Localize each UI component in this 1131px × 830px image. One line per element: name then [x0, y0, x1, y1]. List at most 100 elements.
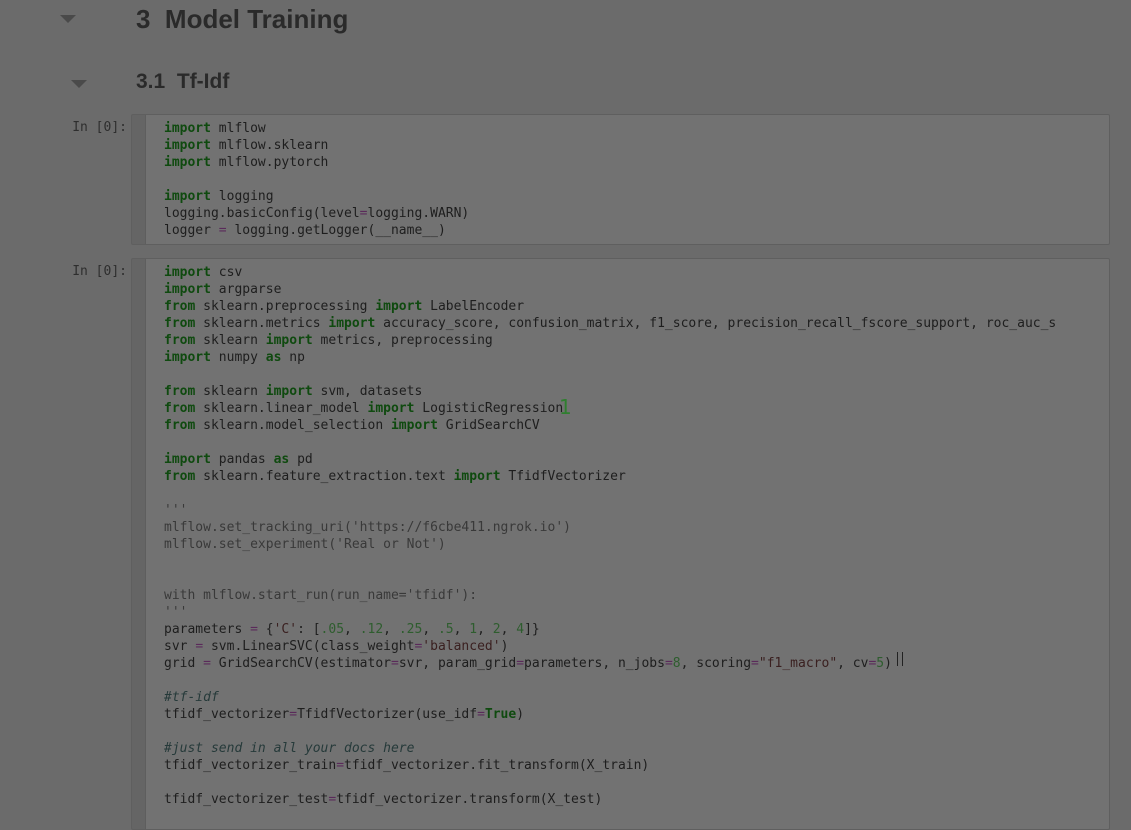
code-line[interactable]: import csv [164, 264, 1056, 281]
section-heading-model-training: 3 Model Training [136, 4, 349, 34]
code-line[interactable]: import logging [164, 188, 469, 205]
code-token: TfidfVectorizer [500, 469, 626, 484]
code-token: = [218, 223, 227, 238]
code-token: as [265, 350, 282, 365]
code-token: numpy [210, 350, 266, 365]
code-token: tfidf_vectorizer_test [164, 792, 329, 807]
code-token: as [273, 452, 290, 467]
code-line[interactable]: parameters = {'C': [.05, .12, .25, .5, 1… [164, 621, 1056, 638]
code-token: pandas [210, 452, 274, 467]
code-line[interactable]: from sklearn import metrics, preprocessi… [164, 332, 1056, 349]
code-line[interactable]: from sklearn.model_selection import Grid… [164, 417, 1056, 434]
code-token: import [164, 121, 211, 136]
overlay-marker: 1 [559, 395, 572, 419]
code-line[interactable]: import mlflow [164, 120, 469, 137]
code-token: sklearn.metrics [195, 316, 329, 331]
code-cell-1-source[interactable]: import mlflow import mlflow.sklearn import… [164, 120, 469, 239]
code-line[interactable]: mlflow.set_experiment('Real or Not') [164, 536, 1056, 553]
code-token: from [164, 401, 196, 416]
code-line[interactable] [164, 171, 469, 188]
code-cell-2[interactable]: import csv import argparse from sklearn.pr… [131, 258, 1110, 830]
code-token: from [164, 384, 196, 399]
code-line[interactable]: from sklearn.preprocessing import LabelE… [164, 298, 1056, 315]
code-line[interactable]: from sklearn import svm, datasets [164, 383, 1056, 400]
code-token: svr, param_grid [398, 656, 517, 671]
code-line[interactable] [164, 553, 1056, 570]
code-line[interactable]: logger = logging.getLogger(__name__) [164, 222, 469, 239]
code-cell-1[interactable]: import mlflow import mlflow.sklearn import… [131, 114, 1110, 245]
code-token: = [195, 639, 204, 654]
code-token: , [453, 622, 470, 637]
code-token: logger [164, 223, 219, 238]
code-token: LogisticRegression [414, 401, 564, 416]
code-line[interactable]: #just send in all your docs here [164, 740, 1056, 757]
code-line[interactable] [164, 570, 1056, 587]
code-token: csv [210, 265, 243, 280]
code-line[interactable]: import numpy as np [164, 349, 1056, 366]
collapse-section-3-icon[interactable] [60, 15, 76, 23]
code-line[interactable]: import mlflow.sklearn [164, 137, 469, 154]
code-line[interactable] [164, 434, 1056, 451]
code-cell-2-source[interactable]: import csv import argparse from sklearn.pr… [164, 264, 1056, 808]
code-line[interactable] [164, 366, 1056, 383]
code-line[interactable] [164, 485, 1056, 502]
code-line[interactable]: ''' [164, 502, 1056, 519]
code-token: import [164, 138, 211, 153]
code-line[interactable]: mlflow.set_tracking_uri('https://f6cbe41… [164, 519, 1056, 536]
code-token: import [453, 469, 501, 484]
code-token: tfidf_vectorizer.transform(X_test) [336, 792, 603, 807]
code-line[interactable]: grid = GridSearchCV(estimator=svr, param… [164, 655, 1056, 672]
code-token: mlflow.pytorch [210, 155, 329, 170]
code-line[interactable]: logging.basicConfig(level=logging.WARN) [164, 205, 469, 222]
code-token: #tf-idf [164, 690, 219, 705]
code-line[interactable]: ''' [164, 604, 1056, 621]
collapse-section-3-1-icon[interactable] [71, 80, 87, 88]
code-cell-2-editor[interactable]: import csv import argparse from sklearn.pr… [145, 259, 1109, 829]
code-line[interactable]: import argparse [164, 281, 1056, 298]
code-token: = [250, 622, 258, 637]
code-token: "f1_macro" [758, 656, 838, 671]
code-token: import [164, 155, 211, 170]
code-token: True [484, 707, 517, 722]
code-token: 'balanced' [422, 639, 501, 654]
code-token: ''' [164, 605, 188, 620]
code-token: ''' [164, 503, 188, 518]
code-token: LabelEncoder [422, 299, 525, 314]
subsection-heading-tf-idf: 3.1 Tf-Idf [136, 70, 230, 93]
code-token: , cv [837, 656, 869, 671]
code-line[interactable]: import mlflow.pytorch [164, 154, 469, 171]
code-token: pd [289, 452, 313, 467]
code-line[interactable]: from sklearn.feature_extraction.text imp… [164, 468, 1056, 485]
code-token: accuracy_score, confusion_matrix, f1_sco… [375, 316, 1057, 331]
code-token: , [383, 622, 399, 637]
code-line[interactable]: tfidf_vectorizer_test=tfidf_vectorizer.t… [164, 791, 1056, 808]
code-line[interactable]: from sklearn.metrics import accuracy_sco… [164, 315, 1056, 332]
code-line[interactable]: import pandas as pd [164, 451, 1056, 468]
code-token: , [500, 622, 517, 637]
code-line[interactable] [164, 723, 1056, 740]
code-line[interactable]: with mlflow.start_run(run_name='tfidf'): [164, 587, 1056, 604]
code-token: parameters [164, 622, 251, 637]
code-line[interactable]: svr = svm.LinearSVC(class_weight='balanc… [164, 638, 1056, 655]
code-line[interactable] [164, 672, 1056, 689]
code-token: np [281, 350, 305, 365]
code-cell-1-editor[interactable]: import mlflow import mlflow.sklearn import… [145, 115, 1109, 244]
code-line[interactable]: from sklearn.linear_model import Logisti… [164, 400, 1056, 417]
cell-2-prompt: In [0]: [72, 264, 127, 279]
code-token: from [164, 299, 196, 314]
code-token: ]} [524, 622, 540, 637]
code-line[interactable]: tfidf_vectorizer_train=tfidf_vectorizer.… [164, 757, 1056, 774]
code-token: sklearn [195, 333, 266, 348]
code-line[interactable]: #tf-idf [164, 689, 1056, 706]
code-token: mlflow.set_tracking_uri('https://f6cbe41… [164, 520, 571, 535]
code-token: 5 [876, 656, 885, 671]
code-line[interactable] [164, 774, 1056, 791]
code-token: import [164, 350, 211, 365]
code-token: GridSearchCV [437, 418, 540, 433]
code-token: svm, datasets [312, 384, 423, 399]
code-token: = [516, 656, 525, 671]
code-line[interactable]: tfidf_vectorizer=TfidfVectorizer(use_idf… [164, 706, 1056, 723]
code-token: = [336, 758, 345, 773]
code-token: import [265, 384, 313, 399]
code-token: = [390, 656, 399, 671]
